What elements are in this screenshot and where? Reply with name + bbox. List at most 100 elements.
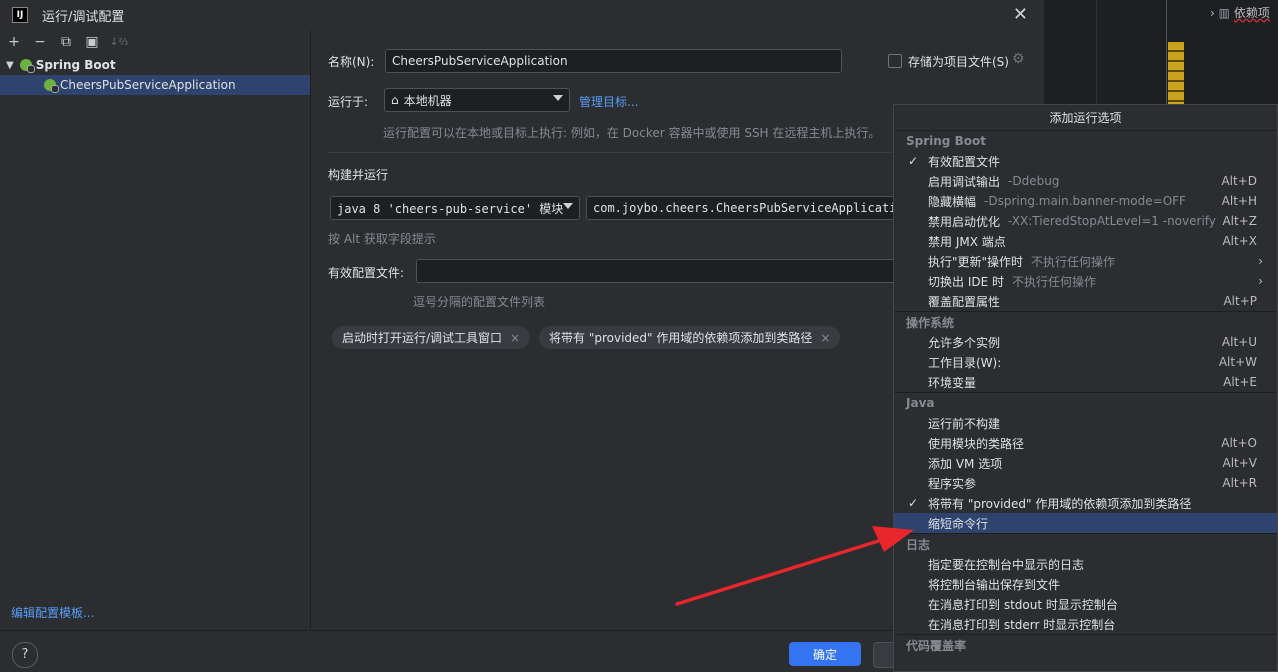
option-chip-open-tool-window[interactable]: 启动时打开运行/调试工具窗口 × — [332, 326, 531, 349]
profiles-label: 有效配置文件: — [328, 266, 405, 280]
chevron-down-icon — [563, 203, 573, 209]
menu-item-label: 将控制台输出保存到文件 — [928, 577, 1061, 592]
checkmark-icon: ✓ — [908, 496, 919, 510]
section-os: 操作系统 — [906, 315, 955, 330]
dialog-title: 运行/调试配置 — [42, 9, 125, 25]
menu-item-shortcut: Alt+E — [1223, 375, 1257, 389]
menu-item-program-args[interactable]: 程序实参 Alt+R — [894, 473, 1277, 493]
tree-group-spring-boot[interactable]: ▼ Spring Boot — [0, 55, 310, 75]
intellij-logo-icon: IJ — [12, 7, 28, 23]
menu-item-label: 禁用 JMX 端点 — [928, 234, 1006, 249]
store-as-project-file-label: 存储为项目文件(S) — [908, 55, 1009, 69]
checkmark-icon: ✓ — [908, 154, 919, 168]
menu-item-shortcut: Alt+R — [1222, 476, 1257, 490]
menu-item-on-frame-deactivation[interactable]: 切换出 IDE 时不执行任何操作 › — [894, 271, 1277, 291]
menu-item-hide-banner[interactable]: 隐藏横幅 -Dspring.main.banner-mode=OFF Alt+H — [894, 191, 1277, 211]
profiles-input[interactable] — [416, 259, 906, 283]
menu-item-label: 执行"更新"操作时 — [928, 254, 1024, 269]
editor-gutter-markers — [1168, 42, 1184, 104]
menu-item-detail: 不执行任何操作 — [1012, 274, 1097, 289]
chevron-right-icon: › — [1210, 6, 1215, 20]
edit-templates-link[interactable]: 编辑配置模板... — [11, 604, 94, 621]
option-chip-provided-scope[interactable]: 将带有 "provided" 作用域的依赖项添加到类路径 × — [539, 326, 841, 349]
build-run-heading: 构建并运行 — [328, 168, 389, 182]
sort-icon[interactable]: ↓⅔ — [110, 37, 128, 48]
menu-item-debug-output[interactable]: 启用调试输出 -Ddebug Alt+D — [894, 171, 1277, 191]
section-coverage: 代码覆盖率 — [906, 638, 967, 653]
divider — [328, 152, 908, 153]
close-icon[interactable]: × — [820, 331, 830, 345]
tree-item-label: CheersPubServiceApplication — [60, 78, 236, 92]
chip-label: 启动时打开运行/调试工具窗口 — [342, 331, 503, 345]
menu-item-label: 启用调试输出 — [928, 174, 1001, 189]
menu-item-multiple-instances[interactable]: 允许多个实例 Alt+U — [894, 332, 1277, 352]
run-debug-config-dialog: IJ 运行/调试配置 ✕ + − ⧉ ▣ ↓⅔ ▼ Spring Boot Ch… — [0, 0, 1045, 672]
run-on-value: 本地机器 — [403, 93, 452, 108]
menu-item-vm-options[interactable]: 添加 VM 选项 Alt+V — [894, 453, 1277, 473]
menu-item-label: 运行前不构建 — [928, 416, 1001, 431]
profiles-hint: 逗号分隔的配置文件列表 — [413, 295, 546, 309]
close-icon[interactable]: × — [510, 331, 520, 345]
main-class-input[interactable]: com.joybo.cheers.CheersPubServiceApplica… — [586, 196, 906, 220]
menu-item-override-properties[interactable]: 覆盖配置属性 Alt+P — [894, 291, 1277, 311]
config-toolbar: + − ⧉ ▣ ↓⅔ — [0, 30, 310, 54]
ide-project-tree-item[interactable]: › ▥ 依赖项 — [1210, 4, 1270, 21]
store-as-project-file-checkbox[interactable] — [888, 54, 902, 68]
menu-item-on-update[interactable]: 执行"更新"操作时 不执行任何操作 › — [894, 251, 1277, 271]
chevron-right-icon: › — [1258, 274, 1263, 288]
menu-item-detail: 不执行任何操作 — [1031, 254, 1116, 269]
menu-item-specify-logs[interactable]: 指定要在控制台中显示的日志 — [894, 554, 1277, 574]
copy-icon[interactable]: ⧉ — [58, 34, 74, 50]
menu-item-module-classpath[interactable]: 使用模块的类路径 Alt+O — [894, 433, 1277, 453]
menu-item-shortcut: Alt+H — [1221, 194, 1257, 208]
ok-button[interactable]: 确定 — [789, 642, 861, 666]
dependencies-label: 依赖项 — [1233, 6, 1270, 20]
run-on-hint: 运行配置可以在本地或目标上执行: 例如，在 Docker 容器中或使用 SSH … — [383, 126, 881, 140]
chip-label: 将带有 "provided" 作用域的依赖项添加到类路径 — [549, 331, 813, 345]
menu-item-shortcut: Alt+Z — [1222, 214, 1257, 228]
jdk-value: java 8 'cheers-pub-service' 模块 — [337, 201, 564, 216]
menu-item-save-console[interactable]: 将控制台输出保存到文件 — [894, 574, 1277, 594]
menu-item-detail: -XX:TieredStopAtLevel=1 -noverify — [1008, 214, 1216, 228]
jdk-select[interactable]: java 8 'cheers-pub-service' 模块 — [330, 196, 580, 220]
menu-item-provided-scope[interactable]: ✓ 将带有 "provided" 作用域的依赖项添加到类路径 — [894, 493, 1277, 513]
menu-item-working-dir[interactable]: 工作目录(W): Alt+W — [894, 352, 1277, 372]
menu-item-disable-jmx[interactable]: 禁用 JMX 端点 Alt+X — [894, 231, 1277, 251]
menu-item-label: 禁用启动优化 — [928, 214, 1001, 229]
name-input[interactable]: CheersPubServiceApplication — [385, 49, 842, 73]
menu-item-shortcut: Alt+V — [1222, 456, 1257, 470]
help-button[interactable]: ? — [12, 642, 38, 668]
add-icon[interactable]: + — [6, 34, 22, 50]
menu-item-env-vars[interactable]: 环境变量 Alt+E — [894, 372, 1277, 392]
section-spring-boot: Spring Boot — [906, 134, 986, 148]
remove-icon[interactable]: − — [32, 34, 48, 50]
menu-item-label: 隐藏横幅 — [928, 194, 977, 209]
divider — [0, 630, 1044, 631]
menu-item-label: 有效配置文件 — [928, 154, 1001, 169]
tree-item-cheers-app[interactable]: CheersPubServiceApplication — [0, 75, 310, 95]
menu-item-shortcut: Alt+D — [1221, 174, 1257, 188]
close-icon[interactable]: ✕ — [1013, 4, 1028, 25]
manage-targets-link[interactable]: 管理目标... — [579, 93, 638, 110]
spring-boot-icon — [44, 79, 59, 93]
gear-icon[interactable]: ⚙ — [1012, 51, 1025, 67]
popup-title: 添加运行选项 — [894, 105, 1277, 131]
menu-item-label: 切换出 IDE 时 — [928, 274, 1004, 289]
spring-boot-icon — [19, 59, 35, 73]
menu-item-label: 添加 VM 选项 — [928, 456, 1003, 471]
menu-item-show-on-stderr[interactable]: 在消息打印到 stderr 时显示控制台 — [894, 614, 1277, 634]
add-run-options-popup: 添加运行选项 Spring Boot ✓ 有效配置文件 启用调试输出 -Ddebug… — [893, 104, 1278, 672]
menu-item-active-profiles[interactable]: ✓ 有效配置文件 — [894, 151, 1277, 171]
folder-icon[interactable]: ▣ — [84, 34, 100, 50]
run-on-select[interactable]: ⌂ 本地机器 — [384, 88, 570, 112]
menu-item-shorten-command-line[interactable]: 缩短命令行 — [894, 513, 1277, 533]
menu-item-label: 允许多个实例 — [928, 335, 1001, 350]
menu-item-show-on-stdout[interactable]: 在消息打印到 stdout 时显示控制台 — [894, 594, 1277, 614]
menu-item-no-build[interactable]: 运行前不构建 — [894, 413, 1277, 433]
chevron-down-icon[interactable]: ▼ — [6, 60, 14, 71]
chevron-right-icon: › — [1258, 254, 1263, 268]
menu-item-disable-launch-opt[interactable]: 禁用启动优化 -XX:TieredStopAtLevel=1 -noverify A… — [894, 211, 1277, 231]
alt-hint: 按 Alt 获取字段提示 — [328, 232, 436, 246]
section-logs: 日志 — [906, 537, 931, 552]
home-icon: ⌂ — [391, 93, 399, 107]
